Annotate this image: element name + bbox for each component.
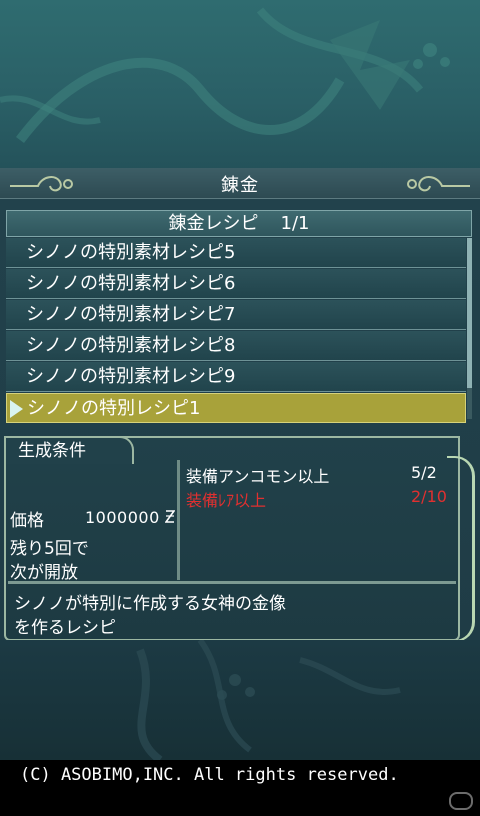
requirement-label: 装備アンコモン以上 — [186, 467, 330, 486]
requirement-row: 装備ﾚｱ以上 2/10 — [186, 487, 447, 511]
recipe-item-label: シノノの特別素材レシピ9 — [26, 366, 236, 387]
conditions-tab: 生成条件 — [4, 436, 134, 464]
ornament-left-icon — [10, 176, 73, 192]
requirement-label: 装備ﾚｱ以上 — [186, 491, 267, 510]
recipe-description-line2: を作るレシピ — [14, 618, 116, 638]
recipe-item-label: シノノの特別素材レシピ6 — [26, 273, 236, 294]
recipe-list-scrollbar[interactable] — [467, 238, 472, 419]
unlock-remaining-line1: 残り5回で — [10, 539, 89, 559]
recipe-item-selected[interactable]: シノノの特別レシピ1 — [6, 393, 466, 423]
recipe-item[interactable]: シノノの特別素材レシピ8 — [6, 331, 466, 361]
floral-pattern-top — [0, 7, 450, 144]
recipe-item-label: シノノの特別素材レシピ5 — [26, 242, 236, 263]
copyright-text: (C) ASOBIMO,INC. All rights reserved. — [20, 765, 399, 785]
ornament-right-icon — [407, 176, 470, 192]
recipe-item[interactable]: シノノの特別素材レシピ6 — [6, 269, 466, 299]
conditions-tab-label: 生成条件 — [18, 441, 86, 461]
floral-pattern-bottom — [136, 640, 401, 760]
selection-cursor-icon — [10, 400, 23, 418]
conditions-panel-curve — [447, 456, 475, 642]
requirement-value: 2/10 — [411, 487, 447, 506]
unlock-remaining-line2: 次が開放 — [10, 563, 78, 583]
conditions-divider-vertical — [177, 460, 180, 580]
requirement-row: 装備アンコモン以上 5/2 — [186, 463, 437, 487]
recipe-item-label: シノノの特別素材レシピ7 — [26, 304, 236, 325]
price-value: 1000000 — [85, 508, 176, 527]
unlock-remaining-text: 残り5回で 次が開放 — [10, 537, 89, 585]
recipe-description-line1: シノノが特別に作成する女神の金像 — [14, 594, 286, 614]
recipe-item[interactable]: シノノの特別素材レシピ9 — [6, 362, 466, 392]
recipe-item[interactable]: シノノの特別素材レシピ5 — [6, 238, 466, 268]
recipe-page-count: 1/1 — [280, 213, 310, 234]
background-bottom-decoration — [0, 640, 480, 760]
recipe-list: シノノの特別素材レシピ5 シノノの特別素材レシピ6 シノノの特別素材レシピ7 シ… — [6, 238, 466, 424]
recipe-list-header: 錬金レシピ 1/1 — [6, 210, 472, 237]
recipe-item-label: シノノの特別レシピ1 — [27, 398, 201, 419]
recipe-description: シノノが特別に作成する女神の金像 を作るレシピ — [14, 592, 286, 640]
watermark-logo-icon — [449, 792, 473, 810]
recipe-item[interactable]: シノノの特別素材レシピ7 — [6, 300, 466, 330]
gold-currency-icon — [164, 510, 176, 523]
requirement-value: 5/2 — [411, 463, 437, 482]
recipe-list-title: 錬金レシピ — [168, 213, 259, 234]
price-label: 価格 — [10, 511, 44, 531]
scrollbar-thumb[interactable] — [467, 238, 472, 388]
recipe-item-label: シノノの特別素材レシピ8 — [26, 335, 236, 356]
background-top-decoration — [0, 0, 480, 170]
price-amount: 1000000 — [85, 508, 160, 527]
